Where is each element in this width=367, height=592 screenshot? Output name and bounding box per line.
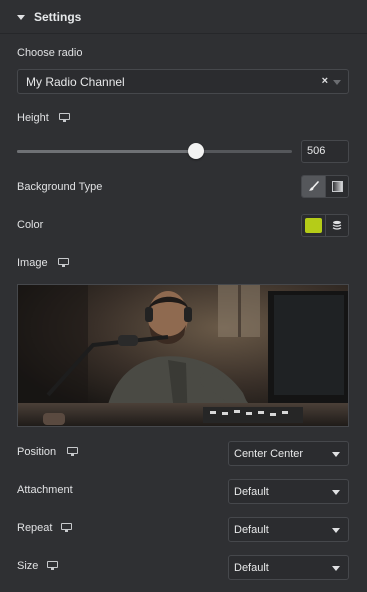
height-slider-track[interactable] [17,150,292,153]
paint-brush-icon [309,181,319,191]
color-picker-button[interactable] [302,215,325,236]
repeat-select-value: Default [234,523,269,536]
gradient-icon [331,181,343,192]
chevron-down-icon[interactable] [333,80,341,85]
attachment-label: Attachment [17,484,73,496]
color-label: Color [17,219,44,231]
chevron-down-icon [332,528,340,533]
gradient-background-button[interactable] [325,176,348,197]
desktop-monitor-icon[interactable] [47,561,58,570]
section-title: Settings [34,10,82,24]
section-header[interactable]: Settings [0,0,367,34]
chevron-down-icon [332,490,340,495]
position-select-value: Center Center [234,447,304,460]
caret-down-icon[interactable] [17,15,25,20]
desktop-monitor-icon[interactable] [58,258,69,267]
classic-background-button[interactable] [302,176,325,197]
height-slider-handle[interactable] [187,143,204,159]
desktop-monitor-icon[interactable] [67,447,78,456]
chevron-down-icon [332,452,340,457]
color-control [301,214,349,237]
radio-select-value: My Radio Channel [26,74,125,89]
position-select[interactable]: Center Center [228,441,349,466]
clear-icon[interactable]: × [322,75,328,87]
color-swatch [305,218,322,233]
attachment-select[interactable]: Default [228,479,349,504]
height-label: Height [17,112,49,124]
repeat-select[interactable]: Default [228,517,349,542]
chevron-down-icon [332,566,340,571]
image-preview[interactable] [17,284,349,427]
radio-select[interactable]: My Radio Channel × [17,69,349,94]
desktop-monitor-icon[interactable] [59,113,70,122]
choose-radio-label: Choose radio [17,47,83,59]
radio-host-photo [18,285,348,426]
desktop-monitor-icon[interactable] [61,523,72,532]
size-select-value: Default [234,561,269,574]
global-colors-button[interactable] [325,215,348,236]
stacked-layers-icon [332,220,342,230]
height-input[interactable]: 506 [301,140,349,163]
position-label: Position [17,446,57,458]
image-label: Image [17,257,48,269]
size-label: Size [17,560,39,572]
background-type-label: Background Type [17,181,103,193]
repeat-label: Repeat [17,522,53,534]
attachment-select-value: Default [234,485,269,498]
height-slider-fill [17,150,196,153]
size-select[interactable]: Default [228,555,349,580]
background-type-toggle [301,175,349,198]
